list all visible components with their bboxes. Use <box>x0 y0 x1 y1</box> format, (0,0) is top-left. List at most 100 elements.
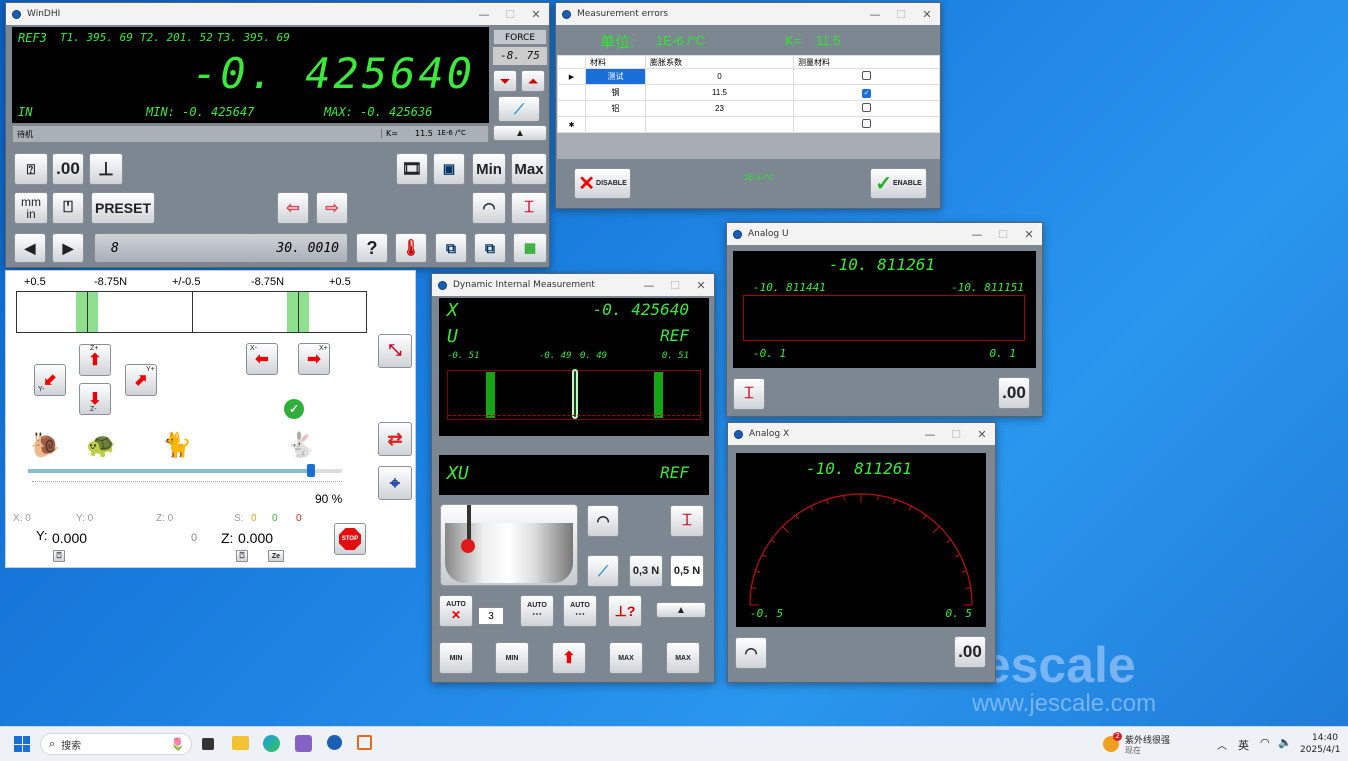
maximize-icon[interactable]: ☐ <box>662 279 688 292</box>
coefficient-cell[interactable]: 11.5 <box>645 84 794 101</box>
material-cell[interactable]: 测试 <box>585 68 646 85</box>
minimize-icon[interactable]: — <box>862 8 888 21</box>
z-plus-button[interactable]: ⬆ Z+ <box>79 344 111 376</box>
dim-titlebar[interactable]: Dynamic Internal Measurement — ☐ ✕ <box>432 274 714 296</box>
speed-slider[interactable] <box>28 464 342 477</box>
force-05n-button[interactable]: 0,5 N <box>670 555 704 587</box>
z-minus-button[interactable]: ⬇ Z- <box>79 383 111 415</box>
chip-button[interactable]: ▦ <box>513 233 547 263</box>
task-view-icon[interactable] <box>202 738 214 750</box>
analog-u-titlebar[interactable]: Analog U — ☐ ✕ <box>727 223 1042 245</box>
close-icon[interactable]: ✕ <box>688 279 714 292</box>
measure-checkbox-cell[interactable] <box>793 100 940 117</box>
auto-x-button[interactable]: AUTO ✕ <box>439 595 473 627</box>
arrow-right-button[interactable]: ⇨ <box>316 192 348 224</box>
measure-checkbox[interactable] <box>862 119 871 128</box>
dim-caliper-button[interactable]: ⌶ <box>670 505 704 537</box>
force-decrease-button[interactable]: ⏷ <box>493 70 517 92</box>
thermometer-icon[interactable]: 🌡 <box>395 233 427 263</box>
window-toggle-1-button[interactable]: ⧉ <box>435 233 467 263</box>
gauge-button[interactable]: ◠ <box>472 192 506 224</box>
analog-u-caliper-button[interactable]: ⌶ <box>733 378 765 410</box>
material-cell[interactable]: 铝 <box>585 100 646 117</box>
x-plus-button[interactable]: ➡ X+ <box>298 343 330 375</box>
measure-checkbox[interactable] <box>862 71 871 80</box>
minimize-icon[interactable]: — <box>964 228 990 241</box>
close-icon[interactable]: ✕ <box>914 8 940 21</box>
maximize-icon[interactable]: ☐ <box>497 8 523 21</box>
measure-checkbox-cell[interactable] <box>793 68 940 85</box>
dim-collapse-button[interactable]: ▲ <box>656 602 706 618</box>
record-button[interactable]: ▣ <box>433 153 465 185</box>
speed-slider-thumb[interactable] <box>306 464 315 477</box>
minimize-icon[interactable]: — <box>917 428 943 441</box>
visual-studio-icon[interactable] <box>295 735 312 752</box>
coefficient-cell[interactable] <box>645 116 794 133</box>
min-left-button[interactable]: MIN <box>439 642 473 674</box>
maximize-icon[interactable]: ☐ <box>943 428 969 441</box>
minimize-icon[interactable]: — <box>636 279 662 292</box>
probe-icon-button[interactable]: ⟋ <box>498 96 540 122</box>
wifi-icon[interactable]: ◠ <box>1260 736 1270 749</box>
auto-count-field[interactable]: 3 <box>478 607 504 625</box>
close-icon[interactable]: ✕ <box>523 8 549 21</box>
prev-channel-button[interactable]: ◀ <box>14 233 46 263</box>
preset-button[interactable]: PRESET <box>91 192 155 224</box>
y-minus-button[interactable]: ⬋ Y- <box>34 364 66 396</box>
measure-checkbox-cell[interactable] <box>793 116 940 133</box>
max-left-button[interactable]: MAX <box>609 642 643 674</box>
collapse-button[interactable]: ▲ <box>493 125 547 141</box>
tolerance-button[interactable]: ⍰ <box>14 153 48 185</box>
probe-position-button[interactable]: ⍞ <box>52 192 84 224</box>
material-cell[interactable]: 钢 <box>585 84 646 101</box>
analog-x-titlebar[interactable]: Analog X — ☐ ✕ <box>728 423 995 445</box>
perpendicular-help-button[interactable]: ⊥? <box>608 595 642 627</box>
film-button[interactable]: 🎞 <box>396 153 428 185</box>
edge-icon[interactable] <box>263 735 280 752</box>
next-channel-button[interactable]: ▶ <box>52 233 84 263</box>
channel-field[interactable]: 8 30. 0010 <box>94 233 348 263</box>
clock-date[interactable]: 2025/4/1 <box>1300 745 1340 755</box>
measure-checkbox[interactable]: ✓ <box>862 88 871 98</box>
mm-in-toggle-button[interactable]: mm in <box>14 192 48 224</box>
arrow-up-button[interactable]: ⬆ <box>552 642 586 674</box>
minimize-icon[interactable]: — <box>471 8 497 21</box>
x-minus-button[interactable]: ⬅ X- <box>246 343 278 375</box>
force-increase-button[interactable]: ⏶ <box>521 70 545 92</box>
window-toggle-2-button[interactable]: ⧉ <box>474 233 506 263</box>
dim-gauge-button[interactable]: ◠ <box>587 505 619 537</box>
coefficient-cell[interactable]: 0 <box>645 68 794 85</box>
tool-app-icon[interactable] <box>357 735 372 750</box>
perpendicular-button[interactable]: ⊥ <box>89 153 123 185</box>
arrow-left-button[interactable]: ⇦ <box>277 192 309 224</box>
analog-x-gauge-button[interactable]: ◠ <box>735 637 767 669</box>
measure-checkbox-cell[interactable]: ✓ <box>793 84 940 101</box>
auto-2-button[interactable]: AUTO ⋯ <box>520 595 554 627</box>
table-row[interactable]: 钢 11.5 ✓ <box>557 84 940 101</box>
clock-time[interactable]: 14:40 <box>1312 733 1338 743</box>
analog-x-zero-button[interactable]: .00 <box>954 636 986 668</box>
search-box[interactable]: ⌕ 搜索 🌷 <box>40 733 192 755</box>
analog-u-zero-button[interactable]: .00 <box>998 377 1030 409</box>
material-cell[interactable] <box>585 116 646 133</box>
axis-swap-button[interactable]: ⤡ <box>378 334 412 368</box>
help-button[interactable]: ? <box>356 233 388 263</box>
maximize-icon[interactable]: ☐ <box>990 228 1016 241</box>
volume-icon[interactable]: 🔈 <box>1278 736 1292 749</box>
caliper-button[interactable]: ⌶ <box>511 192 547 224</box>
table-row[interactable]: 铝 23 <box>557 100 940 117</box>
max-button[interactable]: Max <box>511 153 547 185</box>
maximize-icon[interactable]: ☐ <box>888 8 914 21</box>
y-plus-button[interactable]: ⬈ Y+ <box>125 364 157 396</box>
windows-start-icon[interactable] <box>14 736 30 752</box>
target-button[interactable]: ⌖ <box>378 466 412 500</box>
close-icon[interactable]: ✕ <box>969 428 995 441</box>
enable-button[interactable]: ✓ ENABLE <box>870 168 927 199</box>
coefficient-cell[interactable]: 23 <box>645 100 794 117</box>
measure-checkbox[interactable] <box>862 103 871 112</box>
dim-probe-button[interactable]: ⟋ <box>587 555 619 587</box>
file-explorer-icon[interactable] <box>232 736 249 750</box>
y-probe-button[interactable]: ⍞ <box>53 550 65 562</box>
table-row[interactable]: ▶ 测试 0 <box>557 68 940 85</box>
windhi-titlebar[interactable]: WinDHI — ☐ ✕ <box>6 3 549 25</box>
